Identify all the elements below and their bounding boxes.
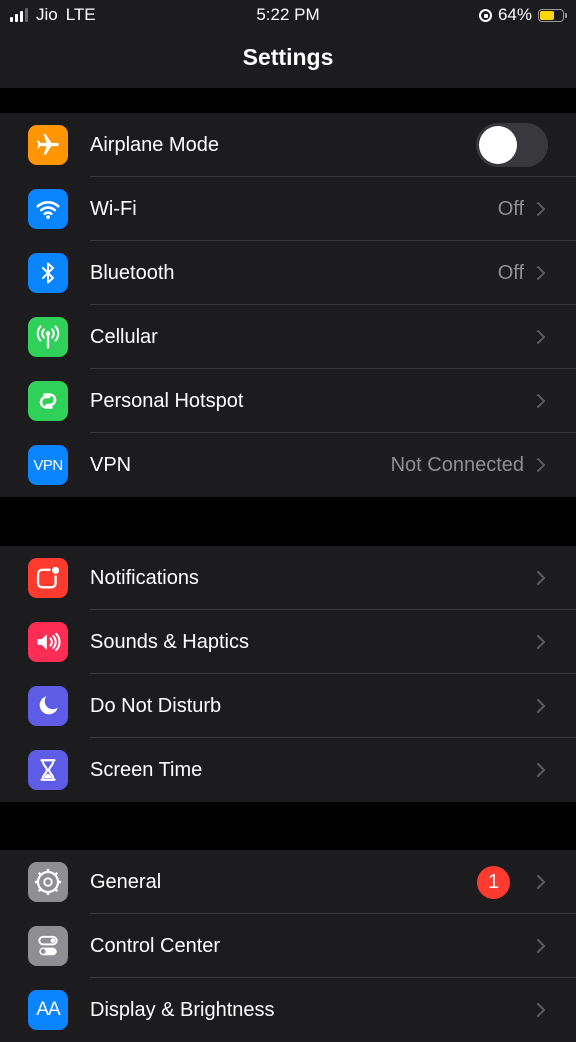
chevron-right-icon [537,571,545,585]
battery-percent: 64% [497,5,532,24]
orientation-lock-icon [478,8,492,22]
cellular-icon [28,317,68,357]
chevron-right-icon [537,939,545,953]
vpn-label: VPN [90,454,132,476]
toggle-knob [479,126,517,164]
update-badge: 1 [477,866,510,899]
text-size-icon-text: AA [36,999,60,1020]
vpn-value: Not Connected [390,454,524,476]
settings-row-general[interactable]: General 1 [0,850,576,914]
hourglass-icon [28,750,68,790]
personal-hotspot-label: Personal Hotspot [90,390,244,412]
chevron-right-icon [537,699,545,713]
general-label: General [90,871,162,893]
settings-group-connectivity: Airplane Mode Wi-Fi Off Bluetooth Off Ce… [0,113,576,497]
switches-icon [28,926,68,966]
settings-row-vpn[interactable]: VPN VPN Not Connected [0,433,576,497]
airplane-mode-label: Airplane Mode [90,134,219,156]
settings-row-wifi[interactable]: Wi-Fi Off [0,177,576,241]
wifi-label: Wi-Fi [90,198,137,220]
moon-icon [28,686,68,726]
settings-row-do-not-disturb[interactable]: Do Not Disturb [0,674,576,738]
chevron-right-icon [537,875,545,889]
settings-row-sounds-haptics[interactable]: Sounds & Haptics [0,610,576,674]
battery-icon [538,8,567,22]
settings-group-notifications: Notifications Sounds & Haptics Do Not Di… [0,546,576,802]
gear-icon [28,862,68,902]
chevron-right-icon [537,1003,545,1017]
status-bar: Jio LTE 5:22 PM 64% [0,0,576,30]
chevron-right-icon [537,763,545,777]
settings-row-notifications[interactable]: Notifications [0,546,576,610]
notifications-label: Notifications [90,567,199,589]
chevron-right-icon [537,635,545,649]
settings-row-display-brightness[interactable]: AA Display & Brightness [0,978,576,1042]
chevron-right-icon [537,202,545,216]
settings-row-control-center[interactable]: Control Center [0,914,576,978]
settings-row-cellular[interactable]: Cellular [0,305,576,369]
airplane-mode-toggle[interactable] [476,123,548,167]
chevron-right-icon [537,266,545,280]
chevron-right-icon [537,458,545,472]
settings-row-airplane-mode[interactable]: Airplane Mode [0,113,576,177]
bluetooth-icon [28,253,68,293]
bluetooth-label: Bluetooth [90,262,175,284]
speaker-icon [28,622,68,662]
hotspot-icon [28,381,68,421]
settings-row-screen-time[interactable]: Screen Time [0,738,576,802]
notifications-icon [28,558,68,598]
settings-row-personal-hotspot[interactable]: Personal Hotspot [0,369,576,433]
navigation-bar: Settings [0,30,576,88]
status-bar-right: 64% [478,5,567,25]
display-brightness-label: Display & Brightness [90,999,275,1021]
control-center-label: Control Center [90,935,221,957]
chevron-right-icon [537,330,545,344]
battery-fill [540,10,555,20]
page-title: Settings [242,44,334,70]
do-not-disturb-label: Do Not Disturb [90,695,222,717]
bluetooth-value: Off [497,262,524,284]
cellular-label: Cellular [90,326,158,348]
wifi-icon [28,189,68,229]
wifi-value: Off [497,198,524,220]
airplane-icon [28,125,68,165]
chevron-right-icon [537,394,545,408]
settings-row-bluetooth[interactable]: Bluetooth Off [0,241,576,305]
settings-group-general: General 1 Control Center AA Display & Br… [0,850,576,1042]
sounds-haptics-label: Sounds & Haptics [90,631,249,653]
text-size-icon: AA [28,990,68,1030]
screen-time-label: Screen Time [90,759,203,781]
vpn-icon: VPN [28,445,68,485]
vpn-icon-text: VPN [33,456,63,474]
